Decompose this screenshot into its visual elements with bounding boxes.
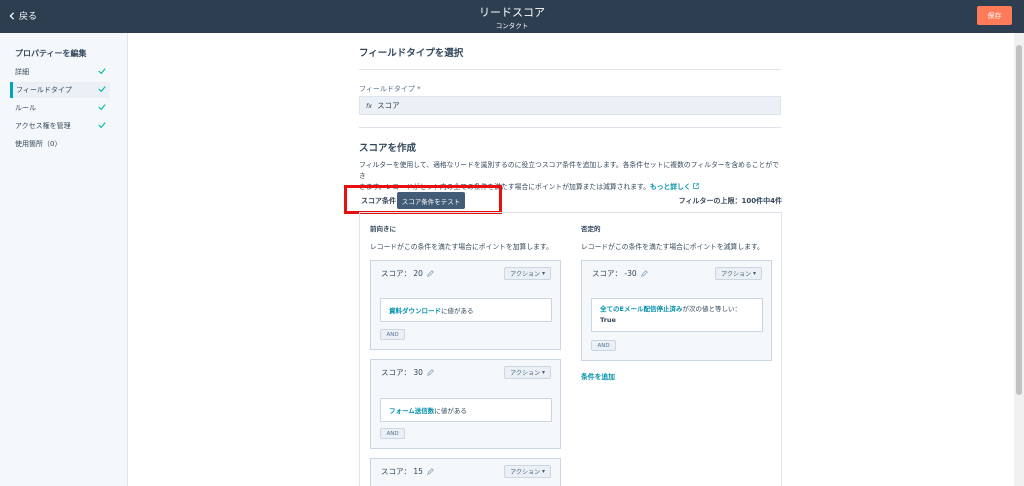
filter-property[interactable]: 資料ダウンロード xyxy=(389,305,441,315)
description-line-1: フィルターを使用して、適格なリードを識別するのに役立つスコア条件を追加します。各… xyxy=(359,161,779,180)
filter-value: True xyxy=(600,316,616,324)
fx-icon: fx xyxy=(366,101,373,110)
and-button[interactable]: AND xyxy=(591,340,616,351)
sidebar-item-details[interactable]: 詳細 xyxy=(10,64,110,80)
action-label: アクション xyxy=(510,370,540,377)
caret-down-icon: ▾ xyxy=(752,270,756,277)
action-label: アクション xyxy=(510,469,540,476)
score-heading: スコアを作成 xyxy=(359,143,417,154)
scrollbar[interactable] xyxy=(1014,33,1024,486)
sidebar-title: プロパティーを編集 xyxy=(15,49,87,58)
negative-heading: 否定的 xyxy=(581,225,601,233)
score-value: スコア： -30 xyxy=(592,268,637,278)
check-icon xyxy=(98,122,106,129)
action-dropdown[interactable]: アクション ▾ xyxy=(504,366,551,379)
sidebar-item-label: フィールドタイプ xyxy=(16,86,72,94)
score-card: スコア： -30 アクション ▾ 全てのEメール配信停止済みが次の値と等しい： … xyxy=(581,260,772,361)
field-type-heading: フィールドタイプを選択 xyxy=(359,48,464,59)
field-type-select[interactable]: fx スコア xyxy=(359,96,781,115)
divider xyxy=(359,127,781,128)
score-value: スコア： 30 xyxy=(381,367,423,377)
pencil-icon[interactable] xyxy=(640,269,648,277)
check-icon xyxy=(98,68,106,75)
filter-property[interactable]: 全てのEメール配信停止済み xyxy=(600,305,682,313)
positive-heading: 前向きに xyxy=(370,225,396,233)
page-subtitle: コンタクト xyxy=(495,22,529,30)
action-dropdown[interactable]: アクション ▾ xyxy=(715,267,762,280)
filter-item[interactable]: フォーム送信数 に値がある xyxy=(380,398,552,422)
check-icon xyxy=(98,86,106,93)
sidebar: プロパティーを編集 詳細 フィールドタイプ ルール アクセス権を管理 使用箇所（… xyxy=(0,33,128,486)
pencil-icon[interactable] xyxy=(427,467,434,475)
and-button[interactable]: AND xyxy=(380,329,405,340)
pencil-icon[interactable] xyxy=(427,269,434,277)
external-link-icon[interactable] xyxy=(693,183,699,189)
sidebar-item-label: 詳細 xyxy=(15,68,29,76)
sidebar-item-rules[interactable]: ルール xyxy=(10,100,110,116)
filter-condition: が次の値と等しい： xyxy=(682,305,741,313)
filter-property[interactable]: フォーム送信数 xyxy=(389,405,434,415)
score-card: スコア： 30 アクション ▾ フォーム送信数 に値がある AND xyxy=(370,359,561,449)
caret-down-icon: ▾ xyxy=(541,369,545,376)
filter-item[interactable]: 全てのEメール配信停止済みが次の値と等しい： True xyxy=(591,298,763,332)
action-dropdown[interactable]: アクション ▾ xyxy=(504,465,551,478)
score-value: スコア： 20 xyxy=(381,268,423,278)
positive-description: レコードがこの条件を満たす場合にポイントを加算します。 xyxy=(370,243,553,251)
scroll-thumb[interactable] xyxy=(1016,45,1022,395)
sidebar-item-field-type[interactable]: フィールドタイプ xyxy=(10,82,110,98)
sidebar-item-label: ルール xyxy=(15,104,36,112)
sidebar-item-usage[interactable]: 使用箇所（0） xyxy=(10,136,110,152)
caret-down-icon: ▾ xyxy=(541,270,545,277)
action-dropdown[interactable]: アクション ▾ xyxy=(504,267,551,280)
score-value: スコア： 15 xyxy=(381,466,423,476)
pencil-icon[interactable] xyxy=(427,368,434,376)
page-title: リードスコア xyxy=(479,6,545,19)
filter-limit: フィルターの上限：100件中4件 xyxy=(678,197,782,205)
sidebar-item-label: アクセス権を管理 xyxy=(15,122,71,130)
and-button[interactable]: AND xyxy=(380,428,405,439)
filter-row: 全てのEメール配信停止済みが次の値と等しい： xyxy=(600,304,754,315)
filter-condition: に値がある xyxy=(441,307,474,315)
score-card: スコア： 20 アクション ▾ 資料ダウンロード に値がある AND xyxy=(370,260,561,350)
filter-condition: に値がある xyxy=(434,407,467,415)
caret-down-icon: ▾ xyxy=(541,468,545,475)
action-label: アクション xyxy=(510,271,540,278)
field-type-label: フィールドタイプ * xyxy=(359,85,421,93)
learn-more-link[interactable]: もっと詳しく xyxy=(650,183,691,191)
sidebar-item-label: 使用箇所（0） xyxy=(15,140,62,148)
field-type-value: スコア xyxy=(377,101,400,110)
highlight-box xyxy=(344,185,502,214)
check-icon xyxy=(98,104,106,111)
top-header: 戻る リードスコア コンタクト 保存 xyxy=(0,0,1024,33)
divider xyxy=(359,69,781,70)
save-button[interactable]: 保存 xyxy=(977,6,1012,25)
add-condition-link[interactable]: 条件を追加 xyxy=(581,371,615,381)
score-card: スコア： 15 アクション ▾ xyxy=(370,458,561,486)
sidebar-item-access[interactable]: アクセス権を管理 xyxy=(10,118,110,134)
filter-item[interactable]: 資料ダウンロード に値がある xyxy=(380,298,552,322)
negative-description: レコードがこの条件を満たす場合にポイントを減算します。 xyxy=(581,243,764,251)
action-label: アクション xyxy=(721,271,751,278)
